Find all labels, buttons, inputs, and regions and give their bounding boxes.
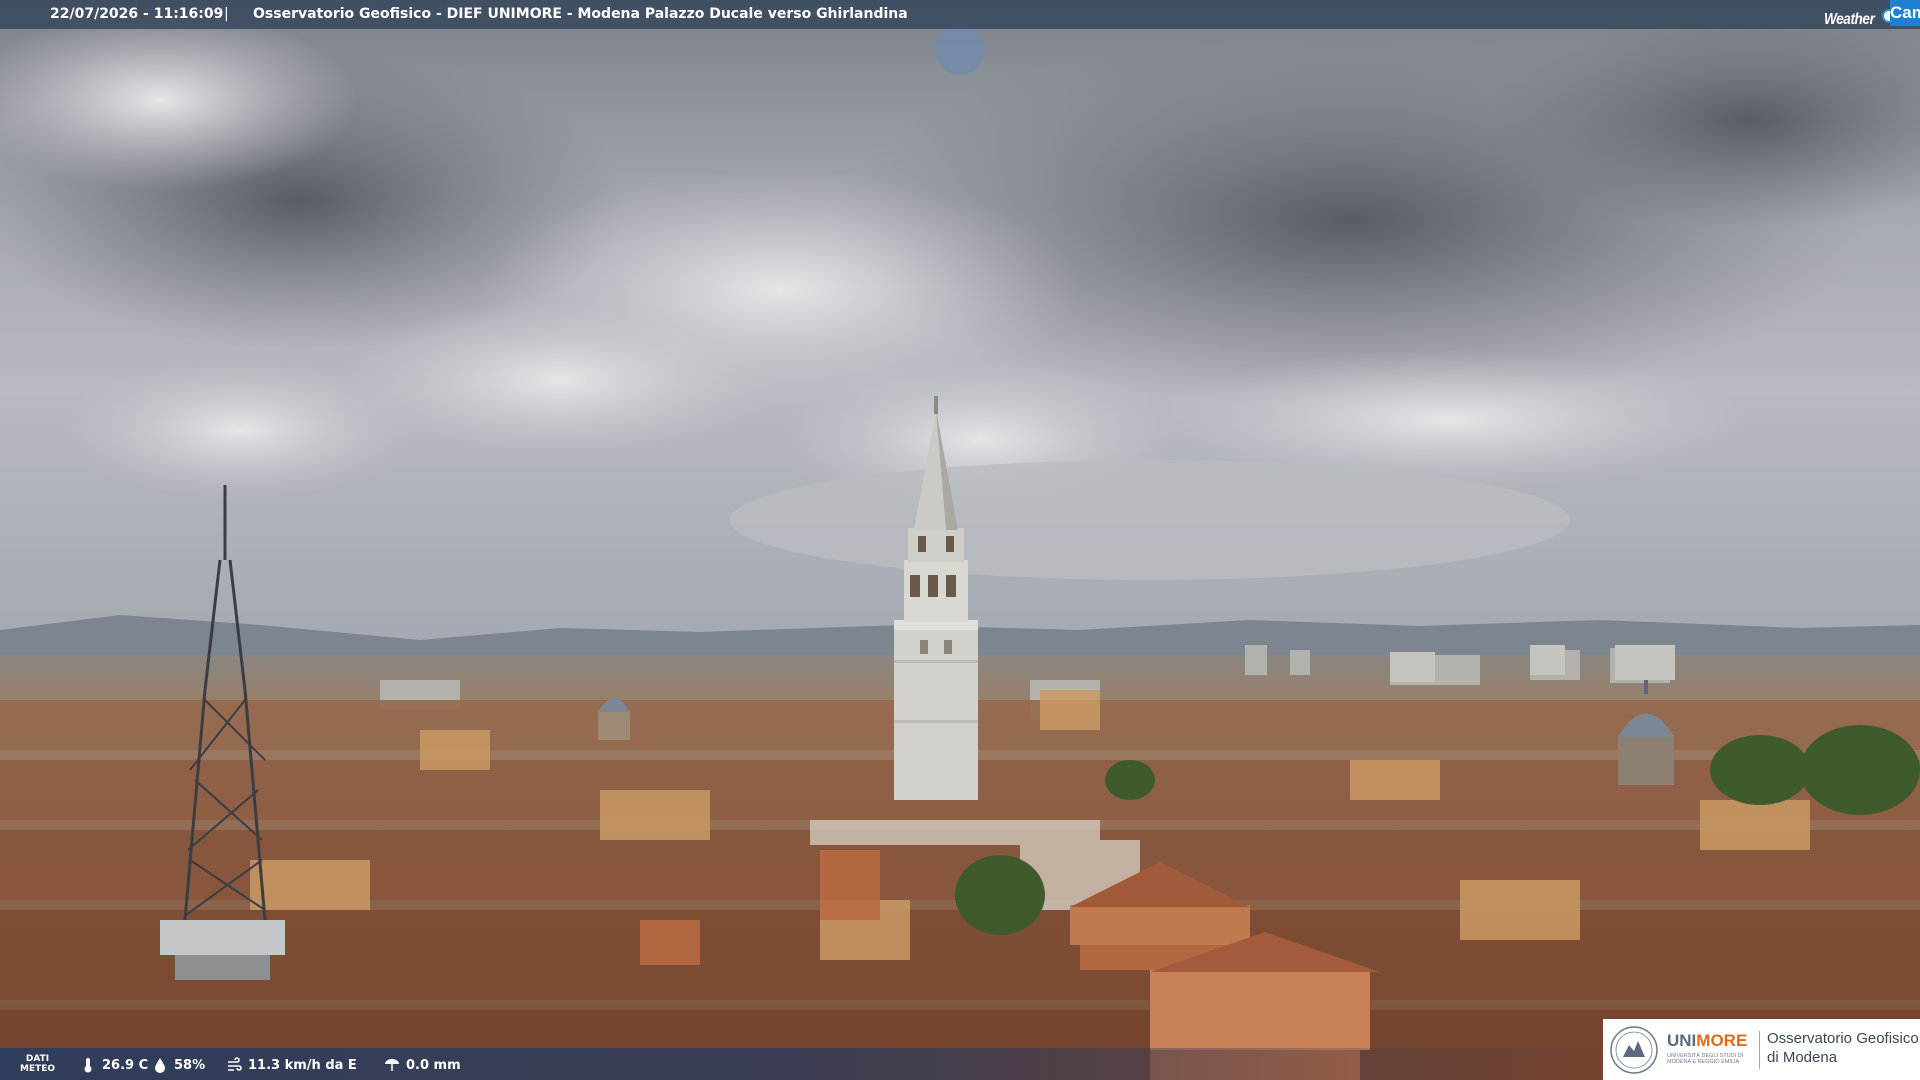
unimore-observatory-logo: UNIMORE UNIVERSITÀ DEGLI STUDI DI MODENA… [1603,1019,1920,1080]
observatory-name-line2: di Modena [1767,1049,1838,1066]
weathercam-logo: Weather Cam [1812,0,1920,29]
humidity-drop-icon [155,1058,165,1073]
rain-value: 0.0 mm [406,1057,461,1073]
unimore-subtitle: UNIVERSITÀ DEGLI STUDI DI MODENA E REGGI… [1667,1053,1744,1065]
wind-reading: 11.3 km/h da E [226,1057,357,1073]
humidity-value: 58% [174,1057,206,1073]
webcam-image [0,0,1920,1080]
rain-gauge-icon [385,1059,399,1071]
unimore-wordmark: UNIMORE [1667,1031,1747,1051]
weathercam-logo-weather: Weather [1824,11,1875,28]
rain-reading: 0.0 mm [384,1057,461,1073]
wind-icon [228,1057,242,1071]
unimore-wordmark-more: MORE [1696,1031,1748,1050]
temperature-value: 26.9 C [102,1057,149,1073]
camera-title: Osservatorio Geofisico - DIEF UNIMORE - … [253,6,908,22]
unimore-wordmark-uni: UNI [1667,1031,1697,1050]
timestamp: 22/07/2026 - 11:16:09 [50,6,224,22]
observatory-name: Osservatorio Geofisico di Modena [1759,1029,1920,1067]
weather-data-label-line1: DATI [25,1054,50,1064]
wind-value: 11.3 km/h da E [248,1057,357,1073]
thermometer-icon [84,1058,92,1073]
caption-separator: | [224,6,229,22]
weather-data-label: DATI METEO [20,1054,55,1074]
weather-data-bar: DATI METEO 26.9 C 58% 11.3 km/h da E 0.0… [0,1048,1600,1080]
top-caption-bar: 22/07/2026 - 11:16:09 | Osservatorio Geo… [0,0,1920,29]
humidity-reading: 58% [152,1057,205,1073]
observatory-name-line1: Osservatorio Geofisico [1767,1030,1919,1047]
temperature-reading: 26.9 C [80,1057,148,1073]
weathercam-logo-cam: Cam [1890,0,1920,26]
weather-data-label-line2: METEO [20,1064,56,1074]
university-seal-icon [1610,1026,1658,1074]
